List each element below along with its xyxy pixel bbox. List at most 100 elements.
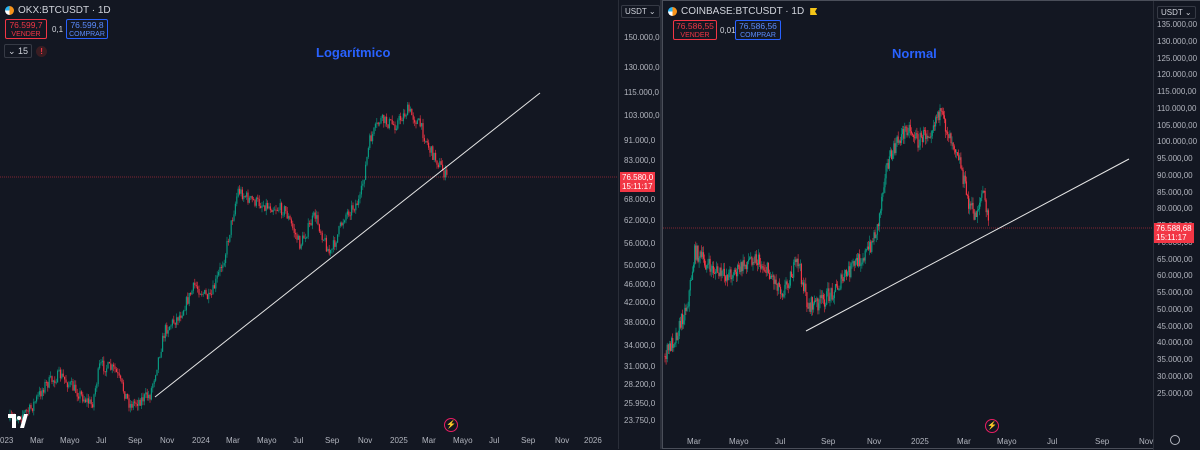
- price-axis-label: 56.000,0: [624, 239, 656, 248]
- candle: [208, 288, 210, 304]
- trendline[interactable]: [805, 158, 1130, 332]
- chart-panel-normal[interactable]: COINBASE:BTCUSDT · 1D 76.586,55 VENDER 0…: [662, 0, 1200, 450]
- candle: [693, 262, 695, 273]
- candle: [690, 275, 692, 281]
- candle: [79, 387, 81, 403]
- tradingview-logo-icon[interactable]: [8, 414, 28, 428]
- candle: [921, 134, 923, 148]
- candle: [29, 403, 31, 415]
- symbol-header[interactable]: COINBASE:BTCUSDT · 1D: [668, 6, 818, 17]
- candle: [135, 399, 137, 408]
- currency-label: USDT: [625, 7, 647, 16]
- candle: [796, 258, 798, 269]
- trendline[interactable]: [154, 92, 541, 398]
- candle: [965, 176, 967, 196]
- candle: [313, 211, 315, 218]
- candle: [675, 327, 677, 348]
- time-axis-label: Jul: [293, 436, 304, 445]
- candle: [957, 151, 959, 157]
- candle: [986, 208, 988, 216]
- time-axis-label: Mayo: [729, 437, 749, 446]
- candle: [704, 254, 706, 268]
- candle: [405, 113, 407, 120]
- buy-button[interactable]: 76.599,8 COMPRAR: [66, 19, 108, 39]
- candle: [106, 364, 108, 377]
- candle: [878, 212, 881, 232]
- warning-icon[interactable]: !: [36, 45, 48, 57]
- candle: [971, 196, 973, 210]
- price-chart-log[interactable]: [0, 0, 660, 449]
- candle: [409, 106, 411, 113]
- candle: [836, 279, 838, 288]
- candle: [138, 397, 140, 411]
- candle: [223, 259, 225, 267]
- candle: [855, 254, 857, 265]
- candle: [93, 393, 95, 411]
- candle: [180, 311, 182, 322]
- candle: [96, 382, 98, 392]
- currency-select[interactable]: USDT ⌄: [1157, 6, 1196, 19]
- candle: [910, 127, 912, 136]
- candle: [918, 139, 920, 151]
- candle: [24, 409, 26, 413]
- price-chart-linear[interactable]: [663, 1, 1199, 448]
- sell-button[interactable]: 76.586,55 VENDER: [673, 20, 717, 40]
- candle: [709, 255, 711, 276]
- candle: [400, 112, 402, 125]
- sell-label: VENDER: [680, 32, 710, 39]
- candle: [216, 271, 218, 283]
- candle: [199, 293, 201, 295]
- candle: [922, 126, 925, 143]
- candle: [359, 191, 361, 204]
- candle: [255, 196, 257, 208]
- candle: [917, 130, 919, 152]
- candle: [402, 108, 404, 125]
- candle: [164, 323, 166, 342]
- candle: [759, 252, 761, 268]
- candle: [903, 125, 905, 144]
- candle: [360, 181, 362, 198]
- time-axis-label: Mayo: [257, 436, 277, 445]
- candle: [436, 160, 438, 169]
- candle: [367, 146, 369, 159]
- lightning-icon[interactable]: ⚡: [444, 418, 458, 432]
- candle: [99, 359, 101, 370]
- flag-icon[interactable]: [810, 8, 818, 15]
- candle: [141, 393, 143, 410]
- candle: [57, 369, 59, 383]
- candle: [908, 121, 910, 139]
- candle: [314, 209, 316, 222]
- candle: [426, 138, 428, 146]
- currency-select[interactable]: USDT ⌄: [621, 5, 660, 18]
- chart-panel-logarithmic[interactable]: OKX:BTCUSDT · 1D 76.599,7 VENDER 0,1 76.…: [0, 0, 661, 449]
- candle: [94, 385, 96, 397]
- settings-icon[interactable]: [1170, 435, 1180, 445]
- price-axis-label: 68.000,0: [624, 195, 656, 204]
- candle: [219, 262, 221, 277]
- candle: [341, 221, 343, 227]
- symbol-header[interactable]: OKX:BTCUSDT · 1D: [5, 5, 111, 16]
- candle: [185, 295, 187, 315]
- symbol-label: OKX:BTCUSDT · 1D: [18, 5, 111, 16]
- candle: [414, 116, 416, 127]
- candle: [61, 369, 63, 380]
- candle: [176, 313, 178, 328]
- candle: [763, 261, 765, 272]
- candle: [665, 350, 667, 365]
- candle: [737, 263, 739, 282]
- candle: [981, 190, 983, 202]
- indicators-toggle[interactable]: ⌄ 15: [4, 44, 33, 58]
- sell-button[interactable]: 76.599,7 VENDER: [5, 19, 47, 39]
- lightning-icon[interactable]: ⚡: [985, 419, 999, 433]
- candle: [295, 228, 297, 239]
- candle: [157, 357, 159, 374]
- candle: [289, 214, 291, 220]
- candle: [162, 332, 164, 352]
- buy-button[interactable]: 76.586,56 COMPRAR: [735, 20, 781, 40]
- candle: [952, 141, 954, 151]
- candle: [213, 283, 215, 289]
- candle: [731, 274, 733, 286]
- candle: [885, 163, 887, 185]
- candle: [163, 332, 165, 342]
- time-axis-label: Mar: [687, 437, 701, 446]
